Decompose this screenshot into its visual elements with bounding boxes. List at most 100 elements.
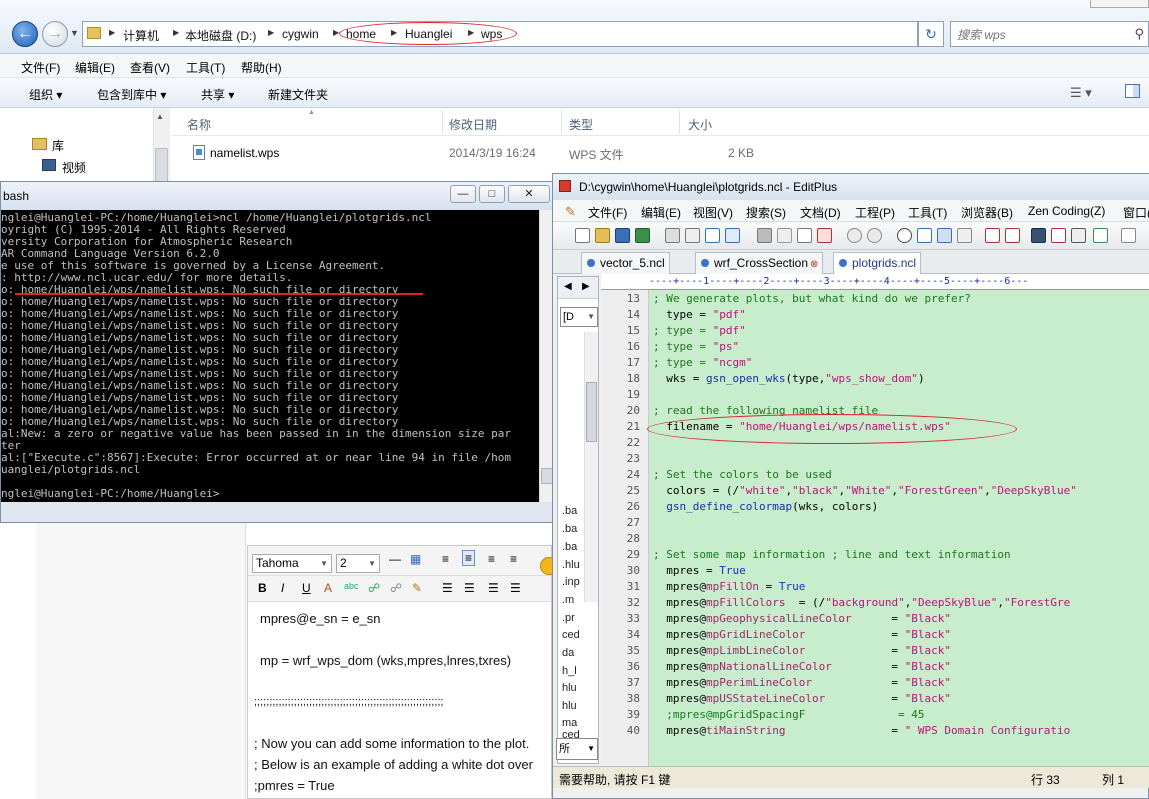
- italic-icon[interactable]: I: [281, 581, 284, 595]
- file-list-item[interactable]: .inp: [562, 576, 580, 588]
- menu-help[interactable]: 帮助(H): [241, 59, 282, 76]
- menu-view[interactable]: 查看(V): [130, 59, 170, 76]
- code-line[interactable]: ; type = "ncgm": [653, 356, 752, 369]
- spellcheck-icon[interactable]: [705, 228, 720, 243]
- chevron-left-icon[interactable]: ◀: [564, 281, 572, 292]
- new-folder-button[interactable]: 新建文件夹: [268, 86, 328, 103]
- paste-icon[interactable]: [797, 228, 812, 243]
- new-file-icon[interactable]: [575, 228, 590, 243]
- ep-menu-view[interactable]: 视图(V): [693, 204, 733, 221]
- eraser-icon[interactable]: ✎: [412, 581, 422, 595]
- breadcrumb-drive[interactable]: 本地磁盘 (D:): [185, 27, 256, 44]
- preview-pane-icon[interactable]: [1125, 84, 1140, 98]
- menu-edit[interactable]: 编辑(E): [75, 59, 115, 76]
- hex-icon[interactable]: [1005, 228, 1020, 243]
- column-size[interactable]: 大小: [688, 116, 712, 133]
- code-line[interactable]: ;mpres@mpGridSpacingF = 45: [653, 708, 924, 721]
- file-list-item[interactable]: ma: [562, 717, 577, 729]
- cut-icon[interactable]: [757, 228, 772, 243]
- undo-icon[interactable]: [847, 228, 862, 243]
- close-button[interactable]: ✕: [508, 185, 550, 203]
- column-divider[interactable]: [679, 110, 680, 134]
- chevron-right-icon[interactable]: ▶: [109, 28, 115, 37]
- code-line[interactable]: mpres@mpPerimLineColor = "Black": [653, 676, 951, 689]
- tab-wrf-crosssection[interactable]: wrf_CrossSection ⊗: [695, 252, 824, 274]
- table-icon[interactable]: ▦: [410, 552, 421, 566]
- ep-menu-edit[interactable]: 编辑(E): [641, 204, 681, 221]
- tab-plotgrids[interactable]: plotgrids.ncl: [833, 252, 922, 274]
- maximize-button[interactable]: □: [479, 185, 505, 203]
- ep-menu-tools[interactable]: 工具(T): [908, 204, 947, 221]
- close-icon[interactable]: ⊗: [810, 259, 818, 270]
- code-line[interactable]: colors = (/"white","black","White","Fore…: [653, 484, 1077, 497]
- browser-icon[interactable]: [725, 228, 740, 243]
- find-icon[interactable]: [897, 228, 912, 243]
- ep-menu-zencoding[interactable]: Zen Coding(Z): [1028, 204, 1105, 218]
- chevron-right-icon[interactable]: ▶: [173, 28, 179, 37]
- code-line[interactable]: wks = gsn_open_wks(type,"wps_show_dom"): [653, 372, 924, 385]
- ruler-icon[interactable]: [1051, 228, 1066, 243]
- file-list-item[interactable]: h_l: [562, 665, 577, 677]
- chevron-right-icon[interactable]: ▶: [582, 281, 590, 292]
- font-color-icon[interactable]: A: [324, 581, 332, 595]
- code-line[interactable]: mpres@mpLimbLineColor = "Black": [653, 644, 951, 657]
- view-options-icon[interactable]: ☰ ▾: [1070, 85, 1092, 101]
- word-wrap-icon[interactable]: [1031, 228, 1046, 243]
- directory-scroll-thumb[interactable]: [586, 382, 597, 442]
- share-button[interactable]: 共享 ▾: [201, 86, 234, 103]
- code-line[interactable]: mpres@mpFillOn = True: [653, 580, 805, 593]
- code-line[interactable]: mpres@tiMainString = " WPS Domain Config…: [653, 724, 1070, 737]
- column-name[interactable]: 名称: [187, 116, 211, 133]
- organize-button[interactable]: 组织 ▾: [29, 86, 62, 103]
- filetype-select[interactable]: 所 ▼: [556, 738, 598, 760]
- horizontal-rule-icon[interactable]: —: [389, 552, 401, 566]
- ep-menu-project[interactable]: 工程(P): [855, 204, 895, 221]
- search-icon[interactable]: ⚲: [1134, 26, 1144, 42]
- outdent-icon[interactable]: ☰: [488, 581, 499, 595]
- indent-icon[interactable]: ☰: [510, 581, 521, 595]
- align-left-icon[interactable]: ≡: [442, 552, 449, 566]
- font-select[interactable]: Tahoma ▼: [252, 554, 332, 573]
- open-file-icon[interactable]: [595, 228, 610, 243]
- find-in-files-icon[interactable]: [937, 228, 952, 243]
- font-icon[interactable]: [985, 228, 1000, 243]
- file-list-item[interactable]: hlu: [562, 682, 577, 694]
- tab-vector-5[interactable]: vector_5.ncl: [581, 252, 670, 274]
- refresh-icon[interactable]: ↻: [918, 21, 944, 47]
- column-date[interactable]: 修改日期: [449, 116, 497, 133]
- file-name[interactable]: namelist.wps: [210, 146, 279, 160]
- file-list-item[interactable]: hlu: [562, 700, 577, 712]
- file-list-item[interactable]: .ba: [562, 505, 577, 517]
- column-divider[interactable]: [442, 110, 443, 134]
- code-line[interactable]: mpres@mpGeophysicalLineColor = "Black": [653, 612, 951, 625]
- code-line[interactable]: gsn_define_colormap(wks, colors): [653, 500, 878, 513]
- file-list-item[interactable]: .ba: [562, 523, 577, 535]
- menu-tools[interactable]: 工具(T): [186, 59, 225, 76]
- ep-menu-document[interactable]: 文档(D): [800, 204, 841, 221]
- file-list-item[interactable]: .pr: [562, 612, 575, 624]
- checkmark-icon[interactable]: [1093, 228, 1108, 243]
- include-in-library-button[interactable]: 包含到库中 ▾: [97, 86, 166, 103]
- breadcrumb-cygwin[interactable]: cygwin: [282, 27, 319, 41]
- search-input[interactable]: [957, 24, 1127, 46]
- file-list-item[interactable]: da: [562, 647, 574, 659]
- history-dropdown-icon[interactable]: ▼: [70, 28, 79, 38]
- align-center-icon[interactable]: ≡: [462, 550, 476, 566]
- code-line[interactable]: ; Set the colors to be used: [653, 468, 832, 481]
- ep-menu-window[interactable]: 窗口(: [1123, 204, 1149, 221]
- code-line[interactable]: mpres = True: [653, 564, 746, 577]
- line-number-icon[interactable]: [1071, 228, 1086, 243]
- replace-icon[interactable]: [917, 228, 932, 243]
- code-line[interactable]: ; Set some map information ; line and te…: [653, 548, 1011, 561]
- code-line[interactable]: type = "pdf": [653, 308, 746, 321]
- drive-select[interactable]: [D ▼: [560, 307, 598, 327]
- directory-scrollbar[interactable]: [584, 332, 598, 602]
- goto-icon[interactable]: [957, 228, 972, 243]
- spellcheck-icon[interactable]: abc: [344, 581, 359, 591]
- code-line[interactable]: mpres@mpGridLineColor = "Black": [653, 628, 951, 641]
- code-line[interactable]: mpres@mpFillColors = (/"background","Dee…: [653, 596, 1070, 609]
- align-right-icon[interactable]: ≡: [488, 552, 495, 566]
- code-editor[interactable]: ; We generate plots, but what kind do we…: [649, 290, 1149, 766]
- editplus-title-bar[interactable]: D:\cygwin\home\Huanglei\plotgrids.ncl - …: [553, 174, 1149, 200]
- save-icon[interactable]: [615, 228, 630, 243]
